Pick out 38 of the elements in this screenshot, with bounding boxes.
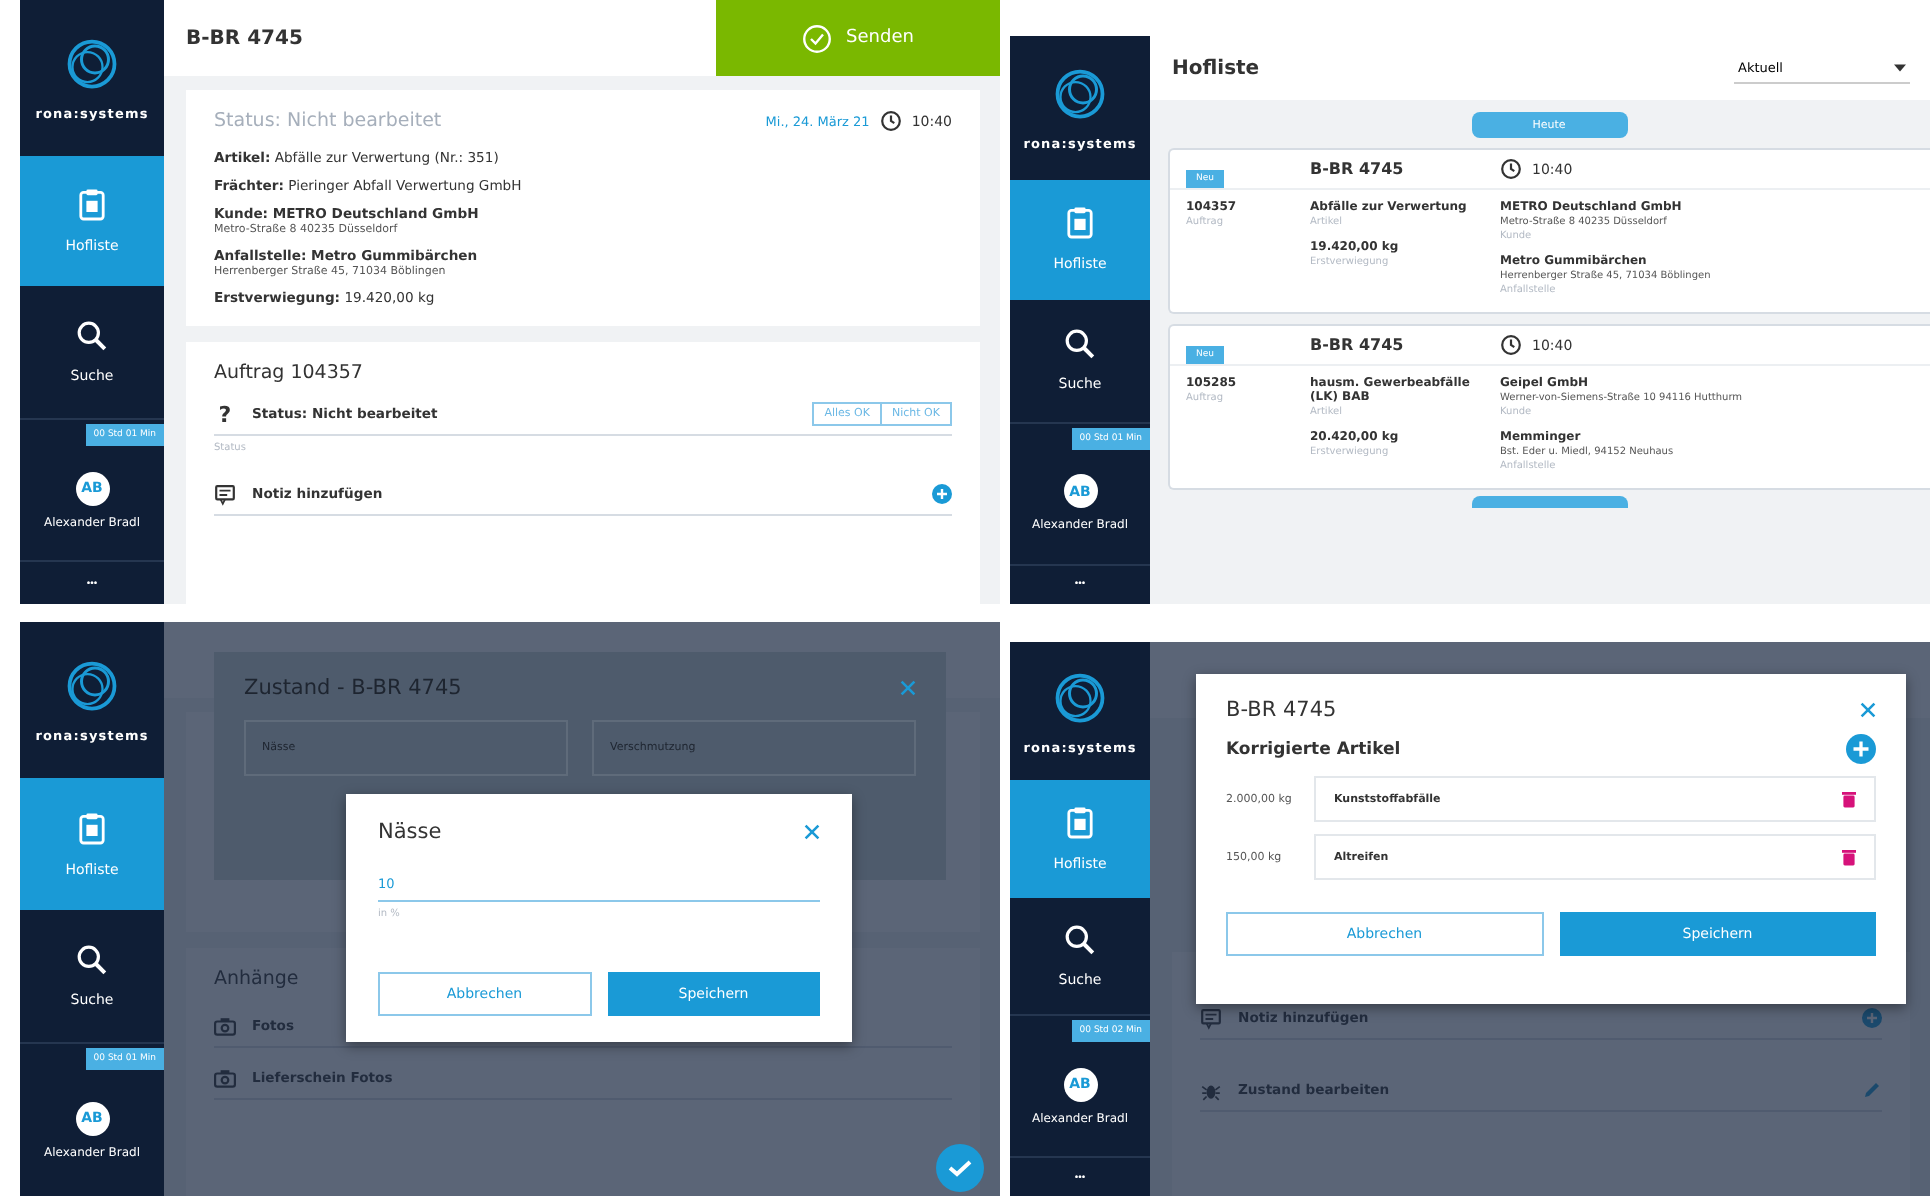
clipboard-icon <box>1066 206 1094 241</box>
page-title: Hofliste <box>1172 57 1260 79</box>
dialog-title: Zustand - B-BR 4745 <box>244 676 462 700</box>
question-icon: ? <box>214 401 236 427</box>
trash-icon[interactable] <box>1842 848 1856 866</box>
dialog-title: Nässe <box>378 820 442 844</box>
search-icon <box>76 944 108 976</box>
order-title: Auftrag 104357 <box>214 362 365 384</box>
send-button[interactable]: Senden <box>716 0 1000 76</box>
search-icon <box>1064 328 1096 361</box>
plate-text: B-BR 4745 <box>1310 160 1406 178</box>
add-icon[interactable] <box>932 484 952 504</box>
section-title: Anhänge <box>214 968 301 990</box>
check-circle-icon <box>802 23 833 53</box>
page-title: B-BR 4745 <box>186 27 303 49</box>
close-icon[interactable] <box>804 824 820 840</box>
check-button[interactable] <box>936 1144 984 1192</box>
close-icon[interactable] <box>900 680 916 696</box>
caret-icon <box>1894 63 1906 71</box>
plate-text: B-BR 4745 <box>1310 336 1406 354</box>
search-icon <box>76 320 108 353</box>
add-icon[interactable] <box>1846 734 1876 764</box>
clipboard-icon <box>78 811 106 845</box>
clock-icon <box>1500 158 1522 180</box>
clock-icon <box>879 110 902 132</box>
close-icon[interactable] <box>1860 702 1876 718</box>
status-text: Status: Nicht bearbeitet <box>214 110 442 132</box>
logo-icon <box>62 656 122 716</box>
search-icon <box>1064 924 1096 957</box>
dialog-title: B-BR 4745 <box>1226 698 1337 722</box>
section-title: Korrigierte Artikel <box>1226 739 1401 759</box>
order-card[interactable] <box>1168 324 1930 490</box>
clipboard-icon <box>1066 806 1094 840</box>
order-card[interactable] <box>1168 148 1930 314</box>
clipboard-icon <box>78 188 106 223</box>
trash-icon[interactable] <box>1842 790 1856 808</box>
note-icon <box>214 483 236 505</box>
clock-icon <box>1500 334 1522 356</box>
